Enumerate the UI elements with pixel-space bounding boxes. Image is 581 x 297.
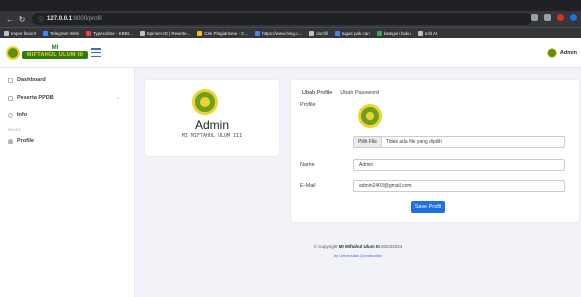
bookmark-item[interactable]: docfill [309, 30, 328, 36]
profile-tabs: Ubah Profile Ubah Password [302, 90, 379, 98]
profile-photo-preview [358, 104, 382, 128]
site-icon [417, 30, 423, 36]
bookmark-star-icon[interactable] [531, 14, 538, 21]
site-icon [197, 30, 203, 36]
profile-avatar-icon[interactable] [557, 14, 564, 21]
page-icon [309, 30, 315, 36]
site-icon [376, 30, 382, 36]
menu-toggle-icon[interactable] [91, 48, 101, 57]
file-status-text: Tidak ada file yang dipilih [385, 139, 442, 145]
browser-menu-icon[interactable] [570, 14, 577, 21]
profile-summary-card: Admin MI MIFTAHUL ULUM III [145, 80, 279, 156]
bookmark-item[interactable]: kategori buku [376, 30, 411, 36]
telegram-icon [43, 30, 49, 36]
site-icon [334, 30, 340, 36]
chevron-down-icon[interactable]: ⌄ [116, 95, 120, 101]
email-label: E-Mail [300, 183, 316, 189]
dashboard-icon [8, 77, 13, 83]
edit-profile-card: Ubah Profile Ubah Password Profile Pilih… [291, 80, 579, 222]
extensions-icon[interactable] [544, 14, 551, 21]
bookmark-item[interactable]: Telegram Web [43, 30, 79, 36]
bing-icon [255, 30, 261, 36]
sidebar-item-profile[interactable]: Profile [8, 138, 34, 144]
bookmark-item[interactable]: Typecolme - KBBI... [85, 30, 133, 36]
list-icon [8, 95, 13, 101]
tab-ubah-profile[interactable]: Ubah Profile [302, 90, 332, 98]
profile-label: Profile [300, 102, 316, 108]
profile-photo-file-input[interactable]: Pilih File Tidak ada file yang dipilih [353, 136, 565, 148]
brand-logo[interactable]: MI MIFTAHUL ULUM III [22, 45, 88, 61]
back-icon[interactable]: ← [4, 15, 16, 24]
app-header: MI MIFTAHUL ULUM III Admin [0, 38, 581, 68]
school-emblem-icon [192, 89, 218, 115]
header-user-name: Admin [559, 50, 577, 56]
bookmarks-bar: Impor favorit Telegram Web Typecolme - K… [0, 27, 581, 38]
name-field[interactable]: Admin [353, 159, 565, 171]
user-icon [8, 138, 13, 144]
sidebar-item-info[interactable]: Info [8, 112, 27, 118]
profile-school: MI MIFTAHUL ULUM III [181, 133, 243, 139]
url-host: 127.0.0.1 [47, 16, 73, 22]
site-icon [85, 30, 91, 36]
tab-ubah-password[interactable]: Ubah Password [340, 90, 379, 98]
email-field[interactable]: admin2403@gmail.com [353, 180, 565, 192]
school-logo-icon[interactable] [6, 46, 20, 60]
footer-copyright: © Copyright MI Miftahul Ulum III 2023/20… [135, 244, 581, 249]
url-path: :8000/profil [72, 16, 102, 22]
bookmark-item[interactable]: Spinner.ID | Rewrite... [139, 30, 190, 36]
profile-name: Admin [194, 118, 229, 132]
browser-tab-strip [0, 0, 581, 11]
sidebar-item-label: Info [17, 112, 28, 118]
copyright-brand: MI Miftahul Ulum III [338, 244, 380, 249]
copyright-prefix: © Copyright [313, 244, 338, 249]
sidebar-section-heading: PAGES [8, 128, 22, 132]
site-info-icon[interactable]: ⓘ [38, 15, 44, 24]
sidebar-item-dashboard[interactable]: Dashboard [8, 77, 46, 83]
reload-icon[interactable]: ↻ [16, 15, 28, 24]
bookmark-item[interactable]: Cek Plagiarisme - C... [197, 30, 248, 36]
sidebar: Dashboard Peserta PPDB ⌄ Info PAGES Prof… [0, 68, 135, 297]
folder-icon [4, 30, 9, 36]
user-menu[interactable]: Admin [546, 48, 577, 58]
bookmark-item[interactable]: https://www.bing.c... [255, 30, 302, 36]
sidebar-item-label: Profile [17, 138, 35, 144]
address-bar[interactable]: ⓘ 127.0.0.1 :8000/profil [32, 13, 532, 25]
page-icon [139, 30, 145, 36]
bookmark-item[interactable]: edit AI [417, 30, 437, 36]
sidebar-item-peserta-ppdb[interactable]: Peserta PPDB [8, 95, 54, 101]
bookmark-item[interactable]: Impor favorit [4, 30, 36, 36]
choose-file-button[interactable]: Pilih File [354, 137, 382, 147]
name-label: Name [300, 162, 315, 168]
bookmark-item[interactable]: tugas pak can [334, 30, 370, 36]
logo-name-text: MIFTAHUL ULUM III [22, 51, 88, 59]
info-icon [8, 112, 13, 118]
avatar [546, 48, 557, 58]
copyright-year: 2023/2024 [381, 244, 403, 249]
footer-credit-link[interactable]: by Universitas Qomaruddin [135, 253, 581, 258]
sidebar-item-label: Dashboard [17, 77, 46, 83]
browser-toolbar: ← ↻ ⓘ 127.0.0.1 :8000/profil [0, 11, 581, 27]
sidebar-item-label: Peserta PPDB [17, 95, 54, 101]
save-profile-button[interactable]: Save Profil [411, 201, 445, 213]
